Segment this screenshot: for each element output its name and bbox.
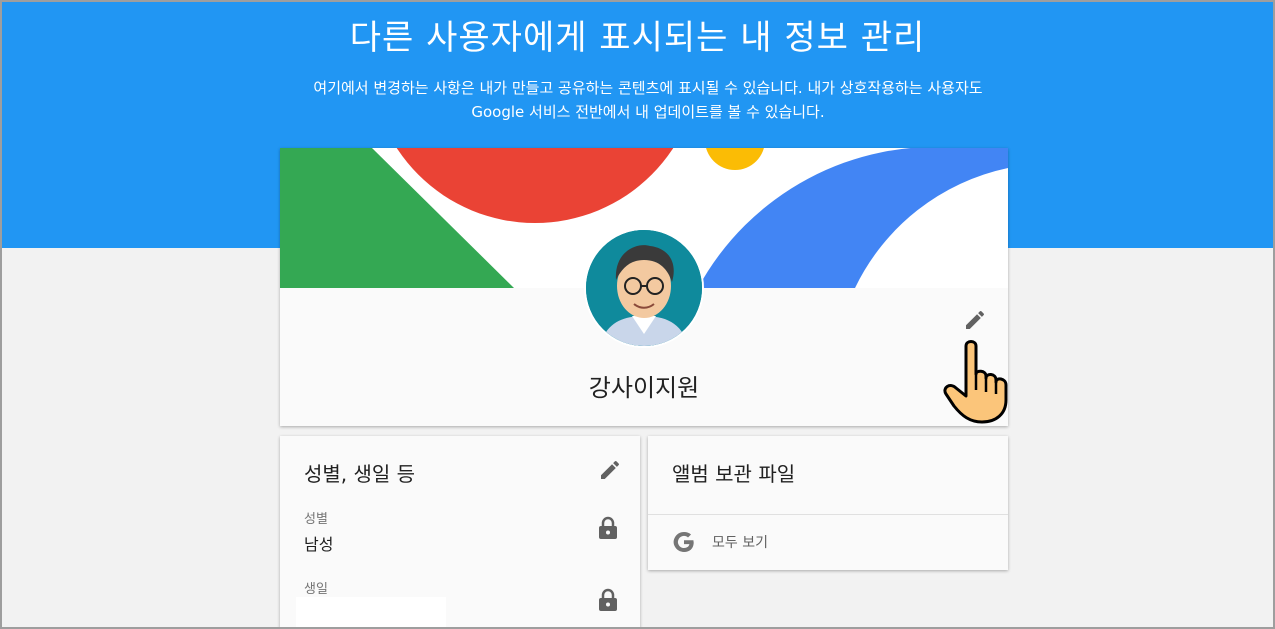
profile-card: 강사이지원 [280, 148, 1008, 426]
avatar[interactable] [584, 228, 704, 348]
gender-label: 성별 [304, 512, 328, 527]
basic-info-title: 성별, 생일 등 [304, 462, 416, 486]
pointer-hand-icon [943, 340, 1008, 424]
page-description: 여기에서 변경하는 사항은 내가 만들고 공유하는 콘텐츠에 표시될 수 있습니… [313, 79, 983, 121]
gender-lock-icon [599, 516, 617, 539]
album-archive-card: 앨범 보관 파일 모두 보기 [648, 436, 1008, 570]
birthday-lock-icon [599, 588, 617, 611]
profile-name: 강사이지원 [588, 374, 700, 402]
page-title: 다른 사용자에게 표시되는 내 정보 관리 [349, 18, 926, 58]
view-all-label: 모두 보기 [712, 535, 768, 551]
birthday-label: 생일 [304, 582, 328, 597]
album-archive-title: 앨범 보관 파일 [672, 462, 796, 486]
edit-profile-pencil-icon[interactable] [963, 308, 987, 332]
google-g-icon [673, 532, 694, 552]
basic-info-card: 성별, 생일 등 성별 남성 생일 [280, 436, 640, 629]
gender-value: 남성 [304, 535, 334, 554]
birthday-value-redacted [296, 597, 446, 627]
view-all-link[interactable]: 모두 보기 [648, 515, 1008, 570]
edit-basic-info-pencil-icon[interactable] [598, 458, 622, 482]
avatar-illustration [586, 230, 702, 346]
